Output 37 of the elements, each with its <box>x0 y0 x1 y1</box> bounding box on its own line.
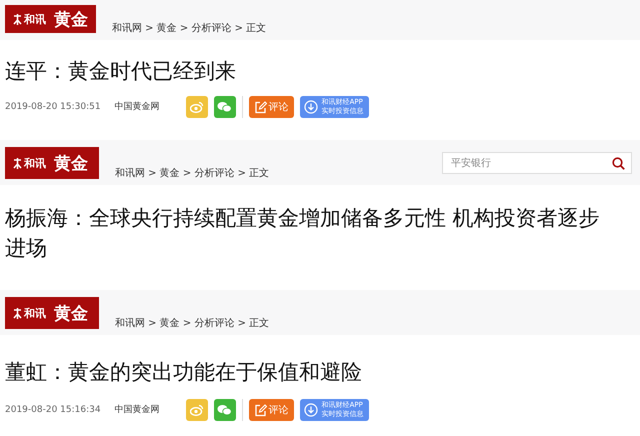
wechat-icon <box>217 101 232 113</box>
site-logo[interactable]: 和讯 黄金 <box>5 297 99 329</box>
logo-section: 黄金 <box>54 8 88 30</box>
wechat-share-button[interactable] <box>214 399 236 421</box>
article-title: 连平：黄金时代已经到来 <box>5 58 237 85</box>
publish-date: 2019-08-20 15:16:34 <box>5 404 101 416</box>
logo-section: 黄金 <box>54 152 88 174</box>
article-title: 杨振海：全球央行持续配置黄金增加储备多元性 机构投资者逐步进场 <box>5 205 601 262</box>
weibo-share-button[interactable] <box>186 399 208 421</box>
publish-date: 2019-08-20 15:30:51 <box>5 101 101 113</box>
breadcrumb[interactable]: 和讯网 > 黄金 > 分析评论 > 正文 <box>112 21 266 36</box>
site-logo[interactable]: 和讯 黄金 <box>5 147 99 179</box>
logo-mark-icon <box>13 308 22 318</box>
weibo-share-button[interactable] <box>186 96 208 118</box>
download-icon <box>304 403 318 417</box>
article-source[interactable]: 中国黄金网 <box>114 101 160 113</box>
wechat-share-button[interactable] <box>214 96 236 118</box>
search-icon[interactable] <box>612 156 625 170</box>
search-input[interactable]: 平安银行 <box>449 156 612 170</box>
edit-icon <box>254 404 267 416</box>
logo-brand: 和讯 <box>24 12 46 26</box>
download-icon <box>304 100 318 114</box>
logo-mark-icon <box>13 158 22 168</box>
article-title: 董虹：黄金的突出功能在于保值和避险 <box>5 359 363 386</box>
weibo-icon <box>190 404 204 416</box>
article-source[interactable]: 中国黄金网 <box>114 404 160 416</box>
wechat-icon <box>217 404 232 416</box>
weibo-icon <box>190 101 204 113</box>
breadcrumb[interactable]: 和讯网 > 黄金 > 分析评论 > 正文 <box>115 316 270 331</box>
logo-brand: 和讯 <box>24 156 46 170</box>
logo-section: 黄金 <box>54 302 88 324</box>
logo-mark-icon <box>13 14 22 24</box>
search-field[interactable]: 平安银行 <box>442 152 632 174</box>
breadcrumb[interactable]: 和讯网 > 黄金 > 分析评论 > 正文 <box>115 166 270 181</box>
edit-icon <box>254 100 267 114</box>
logo-brand: 和讯 <box>24 306 46 320</box>
site-logo[interactable]: 和讯 黄金 <box>5 5 96 33</box>
